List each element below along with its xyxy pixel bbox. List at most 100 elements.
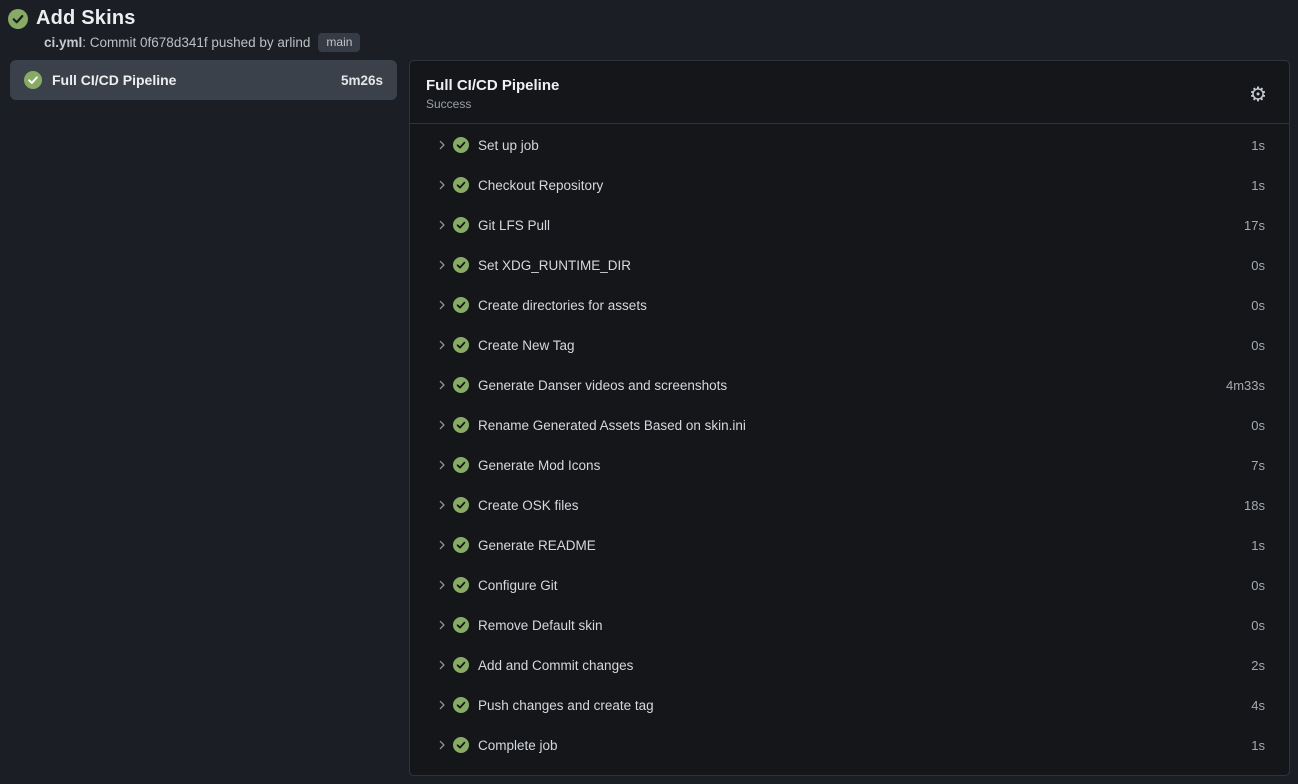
step-row[interactable]: Set XDG_RUNTIME_DIR 0s xyxy=(410,245,1289,285)
step-name: Generate Danser videos and screenshots xyxy=(478,378,1226,393)
chevron-right-icon xyxy=(434,579,450,591)
step-name: Git LFS Pull xyxy=(478,218,1244,233)
step-success-icon xyxy=(453,737,469,753)
chevron-right-icon xyxy=(434,339,450,351)
chevron-right-icon xyxy=(434,499,450,511)
step-name: Add and Commit changes xyxy=(478,658,1251,673)
step-duration: 7s xyxy=(1251,458,1265,473)
chevron-right-icon xyxy=(434,299,450,311)
step-name: Set XDG_RUNTIME_DIR xyxy=(478,258,1251,273)
job-success-icon xyxy=(24,71,42,89)
step-success-icon xyxy=(453,497,469,513)
workflow-file-label: ci.yml xyxy=(44,35,82,50)
run-header: Add Skins ci.yml: Commit 0f678d341f push… xyxy=(0,0,1298,52)
run-subtitle: ci.yml: Commit 0f678d341f pushed by arli… xyxy=(44,33,1286,52)
panel-header: Full CI/CD Pipeline Success ⚙ xyxy=(410,61,1289,124)
step-duration: 1s xyxy=(1251,538,1265,553)
step-name: Generate Mod Icons xyxy=(478,458,1251,473)
step-row[interactable]: Add and Commit changes 2s xyxy=(410,645,1289,685)
step-name: Create New Tag xyxy=(478,338,1251,353)
job-duration: 5m26s xyxy=(341,73,383,88)
step-duration: 4s xyxy=(1251,698,1265,713)
chevron-right-icon xyxy=(434,619,450,631)
step-duration: 1s xyxy=(1251,738,1265,753)
step-duration: 0s xyxy=(1251,258,1265,273)
job-name: Full CI/CD Pipeline xyxy=(52,72,331,88)
step-name: Set up job xyxy=(478,138,1251,153)
step-row[interactable]: Checkout Repository 1s xyxy=(410,165,1289,205)
step-name: Complete job xyxy=(478,738,1251,753)
step-success-icon xyxy=(453,177,469,193)
step-name: Configure Git xyxy=(478,578,1251,593)
step-success-icon xyxy=(453,617,469,633)
step-name: Push changes and create tag xyxy=(478,698,1251,713)
step-row[interactable]: Set up job 1s xyxy=(410,125,1289,165)
step-success-icon xyxy=(453,577,469,593)
step-duration: 1s xyxy=(1251,138,1265,153)
chevron-right-icon xyxy=(434,459,450,471)
step-name: Rename Generated Assets Based on skin.in… xyxy=(478,418,1251,433)
step-duration: 4m33s xyxy=(1226,378,1265,393)
step-success-icon xyxy=(453,217,469,233)
step-success-icon xyxy=(453,657,469,673)
gear-icon[interactable]: ⚙ xyxy=(1247,82,1269,106)
step-name: Create directories for assets xyxy=(478,298,1251,313)
panel-header-text: Full CI/CD Pipeline Success xyxy=(426,77,559,111)
step-name: Checkout Repository xyxy=(478,178,1251,193)
content: Full CI/CD Pipeline 5m26s Full CI/CD Pip… xyxy=(0,52,1298,784)
step-success-icon xyxy=(453,257,469,273)
step-row[interactable]: Remove Default skin 0s xyxy=(410,605,1289,645)
chevron-right-icon xyxy=(434,139,450,151)
step-success-icon xyxy=(453,297,469,313)
job-detail-panel: Full CI/CD Pipeline Success ⚙ Set up job… xyxy=(409,60,1290,776)
step-name: Generate README xyxy=(478,538,1251,553)
panel-title: Full CI/CD Pipeline xyxy=(426,77,559,94)
commit-text: : Commit 0f678d341f pushed by arlind xyxy=(82,35,310,50)
step-name: Remove Default skin xyxy=(478,618,1251,633)
chevron-right-icon xyxy=(434,179,450,191)
chevron-right-icon xyxy=(434,259,450,271)
steps-list: Set up job 1s Checkout Repository 1s xyxy=(410,124,1289,775)
step-duration: 17s xyxy=(1244,218,1265,233)
step-success-icon xyxy=(453,537,469,553)
step-duration: 1s xyxy=(1251,178,1265,193)
step-row[interactable]: Rename Generated Assets Based on skin.in… xyxy=(410,405,1289,445)
step-row[interactable]: Generate Mod Icons 7s xyxy=(410,445,1289,485)
step-row[interactable]: Create OSK files 18s xyxy=(410,485,1289,525)
chevron-right-icon xyxy=(434,659,450,671)
step-row[interactable]: Push changes and create tag 4s xyxy=(410,685,1289,725)
chevron-right-icon xyxy=(434,699,450,711)
step-duration: 0s xyxy=(1251,418,1265,433)
run-title: Add Skins xyxy=(36,7,136,30)
step-row[interactable]: Git LFS Pull 17s xyxy=(410,205,1289,245)
step-row[interactable]: Generate README 1s xyxy=(410,525,1289,565)
step-name: Create OSK files xyxy=(478,498,1244,513)
chevron-right-icon xyxy=(434,539,450,551)
step-success-icon xyxy=(453,417,469,433)
step-row[interactable]: Complete job 1s xyxy=(410,725,1289,765)
step-duration: 0s xyxy=(1251,338,1265,353)
step-row[interactable]: Create New Tag 0s xyxy=(410,325,1289,365)
chevron-right-icon xyxy=(434,379,450,391)
step-duration: 18s xyxy=(1244,498,1265,513)
step-duration: 2s xyxy=(1251,658,1265,673)
step-row[interactable]: Generate Danser videos and screenshots 4… xyxy=(410,365,1289,405)
sidebar-job-item[interactable]: Full CI/CD Pipeline 5m26s xyxy=(10,60,397,100)
step-duration: 0s xyxy=(1251,618,1265,633)
run-success-icon xyxy=(8,9,28,29)
step-row[interactable]: Configure Git 0s xyxy=(410,565,1289,605)
step-success-icon xyxy=(453,457,469,473)
step-row[interactable]: Create directories for assets 0s xyxy=(410,285,1289,325)
step-success-icon xyxy=(453,377,469,393)
step-success-icon xyxy=(453,137,469,153)
panel-status-label: Success xyxy=(426,97,559,111)
step-duration: 0s xyxy=(1251,578,1265,593)
step-success-icon xyxy=(453,337,469,353)
branch-badge[interactable]: main xyxy=(318,33,360,52)
chevron-right-icon xyxy=(434,219,450,231)
chevron-right-icon xyxy=(434,739,450,751)
step-success-icon xyxy=(453,697,469,713)
step-duration: 0s xyxy=(1251,298,1265,313)
chevron-right-icon xyxy=(434,419,450,431)
jobs-sidebar: Full CI/CD Pipeline 5m26s xyxy=(10,60,397,100)
